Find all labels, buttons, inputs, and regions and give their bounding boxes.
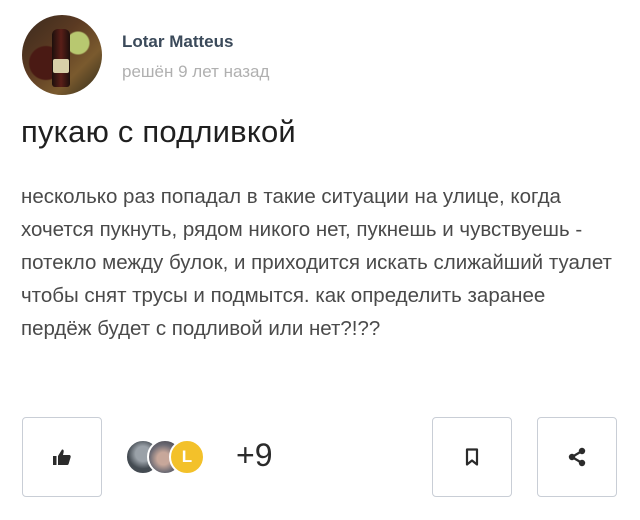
post-status-time: решён 9 лет назад [122, 62, 270, 81]
bookmark-button[interactable] [432, 417, 512, 497]
author-info: Lotar Matteus решён 9 лет назад [122, 28, 269, 82]
avatar-bottle-shape [52, 29, 70, 87]
post-actions: L +9 [22, 417, 620, 501]
voter-avatar-letter: L [169, 439, 205, 475]
bookmark-icon [465, 448, 479, 466]
like-button[interactable] [22, 417, 102, 497]
voter-avatars[interactable]: L [125, 439, 211, 479]
author-avatar[interactable] [22, 15, 102, 95]
thumbs-up-icon [53, 449, 71, 465]
post-header: Lotar Matteus решён 9 лет назад [22, 14, 269, 96]
avatar-bottle-label [53, 59, 69, 73]
post-body: несколько раз попадал в такие ситуации н… [21, 185, 612, 340]
post-title: пукаю с подливкой [21, 114, 296, 149]
voters-more-count[interactable]: +9 [236, 437, 272, 474]
share-icon [568, 447, 586, 467]
author-name[interactable]: Lotar Matteus [122, 32, 269, 52]
share-button[interactable] [537, 417, 617, 497]
